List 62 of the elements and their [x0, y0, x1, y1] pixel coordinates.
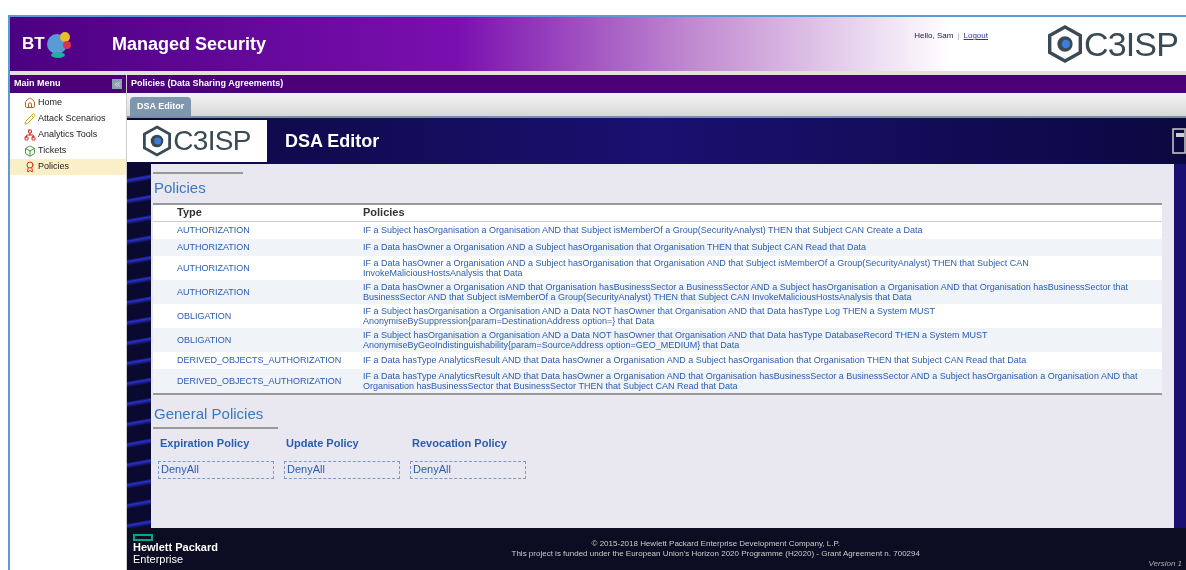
policy-label: Expiration Policy [160, 436, 251, 451]
table-cell-text: IF a Subject hasOrganisation a Organisation AND a Data NOT hasOwner that Organisation AND that Data hasType DatabaseRecord THEN a System MUST AnonymiseByGeoIndistinguishability{param=SourceAddress option=GEO_MEDIUM} that Data [363, 329, 989, 350]
company-name: Enterprise [133, 552, 185, 565]
sidebar-item[interactable]: Policies [10, 159, 126, 175]
table-cell-text: IF a Data hasOwner a Organisation AND that Organisation hasBusinessSector a BusinessSector AND a Subject hasOrganisation a Organisation AND that Organisation hasBusinessSector that BusinessSector AND that Subject isMemberOf a Group(SecurityAnalyst) THEN that Subject CAN InvokeMaliciousHostsAnalysis that Data [363, 281, 1129, 302]
table-cell-text: AUTHORIZATION [176, 225, 251, 235]
table-cell-text: IF a Subject hasOrganisation a Organisation AND a Data NOT hasOwner that Organisation AND that Data hasType Log THEN a System MUST AnonymiseBySuppression{param=DestinationAddress option=} that Data [363, 305, 936, 326]
editor-title: DSA Editor [285, 129, 380, 153]
table-cell-text: IF a Data hasType AnalyticsResult AND that Data hasOwner a Organisation AND a Subject hasOrganisation that Organisation THEN that Subject CAN Read that Data [363, 355, 1028, 365]
column-header: Policies [363, 205, 406, 221]
home-icon [24, 97, 36, 109]
copyright-text: © 2015-2018 Hewlett Packard Enterprise Development Company, L.P. [591, 539, 840, 549]
table-cell-text: IF a Subject hasOrganisation a Organisation AND that Subject isMemberOf a Group(SecurityAnalyst) THEN that Subject CAN Create a Data [363, 225, 924, 235]
section-heading: General Policies [154, 403, 265, 424]
table-cell-text: DERIVED_OBJECTS_AUTHORIZATION [176, 375, 343, 386]
network-icon [24, 129, 36, 141]
sidebar-item[interactable]: Attack Scenarios [10, 111, 126, 127]
column-header: Type [176, 205, 203, 221]
logo-text: C3ISP [1084, 27, 1178, 61]
table-cell-text: AUTHORIZATION [176, 286, 251, 297]
table-cell-text: IF a Data hasOwner a Organisation AND a Subject hasOrganisation that Organisation THEN that Subject CAN Read that Data [363, 242, 868, 252]
table-cell-text: IF a Data hasType AnalyticsResult AND that Data hasOwner a Organisation AND that Organisation hasBusinessSector a BusinessSector AND a Subject hasOrganisation a Organisation AND that Organisation hasBusinessSector that BusinessSector THEN that Subject CAN Read that Data [363, 370, 1139, 391]
separator-text: | [957, 30, 960, 42]
version-text: Version 1 [1148, 558, 1182, 570]
sidebar-item-label: Tickets [38, 144, 67, 158]
collapse-button[interactable] [112, 79, 122, 89]
table-cell-text: OBLIGATION [176, 310, 233, 321]
ribbon-icon [24, 161, 36, 173]
sidebar-item-label: Analytics Tools [38, 128, 98, 142]
sidebar-item[interactable]: Analytics Tools [10, 127, 126, 143]
policy-value-field[interactable]: DenyAll [410, 460, 526, 479]
brand-text: BT [22, 33, 45, 56]
pencil-icon [24, 113, 36, 125]
cube-icon [24, 145, 36, 157]
policy-value-field[interactable]: DenyAll [158, 460, 274, 479]
policy-label: Update Policy [286, 436, 360, 451]
policy-value-field[interactable]: DenyAll [284, 460, 400, 479]
table-cell-text: AUTHORIZATION [176, 262, 251, 273]
section-heading: Policies [154, 178, 207, 198]
hexagon-logo-icon [1048, 25, 1082, 63]
policy-label: Revocation Policy [412, 436, 508, 451]
funding-text: This project is funded under the European Union's Horizon 2020 Programme (H2020) - Grant Agreement n. 700294 [511, 549, 920, 559]
page-title: Policies (Data Sharing Agreements) [131, 77, 284, 91]
menu-title: Main Menu [14, 77, 61, 91]
table-cell-text: AUTHORIZATION [176, 242, 251, 252]
sidebar-item-label: Home [38, 96, 62, 110]
table-cell-text: DERIVED_OBJECTS_AUTHORIZATION [176, 355, 343, 365]
sidebar-item-label: Attack Scenarios [38, 112, 106, 126]
app-title: Managed Security [112, 32, 267, 56]
sidebar-item[interactable]: Tickets [10, 143, 126, 159]
collapse-icon [112, 79, 122, 89]
company-name: Hewlett Packard [133, 540, 219, 553]
hpe-logo-icon [133, 533, 153, 541]
logo-text: C3ISP [173, 127, 251, 155]
hexagon-logo-icon [143, 125, 172, 157]
sidebar-item-label: Policies [38, 160, 69, 174]
bt-globe-icon [44, 29, 73, 59]
table-cell-text: OBLIGATION [176, 334, 233, 345]
table-cell-text: IF a Data hasOwner a Organisation AND a Subject hasOrganisation that Organisation AND that Subject isMemberOf a Group(SecurityAnalyst) THEN that Subject CAN InvokeMaliciousHostsAnalysis that Data [363, 257, 1030, 278]
sidebar-item[interactable]: Home [10, 95, 126, 111]
logout-link[interactable]: Logout [963, 30, 988, 42]
greeting-text: Hello, Sam [914, 30, 954, 42]
